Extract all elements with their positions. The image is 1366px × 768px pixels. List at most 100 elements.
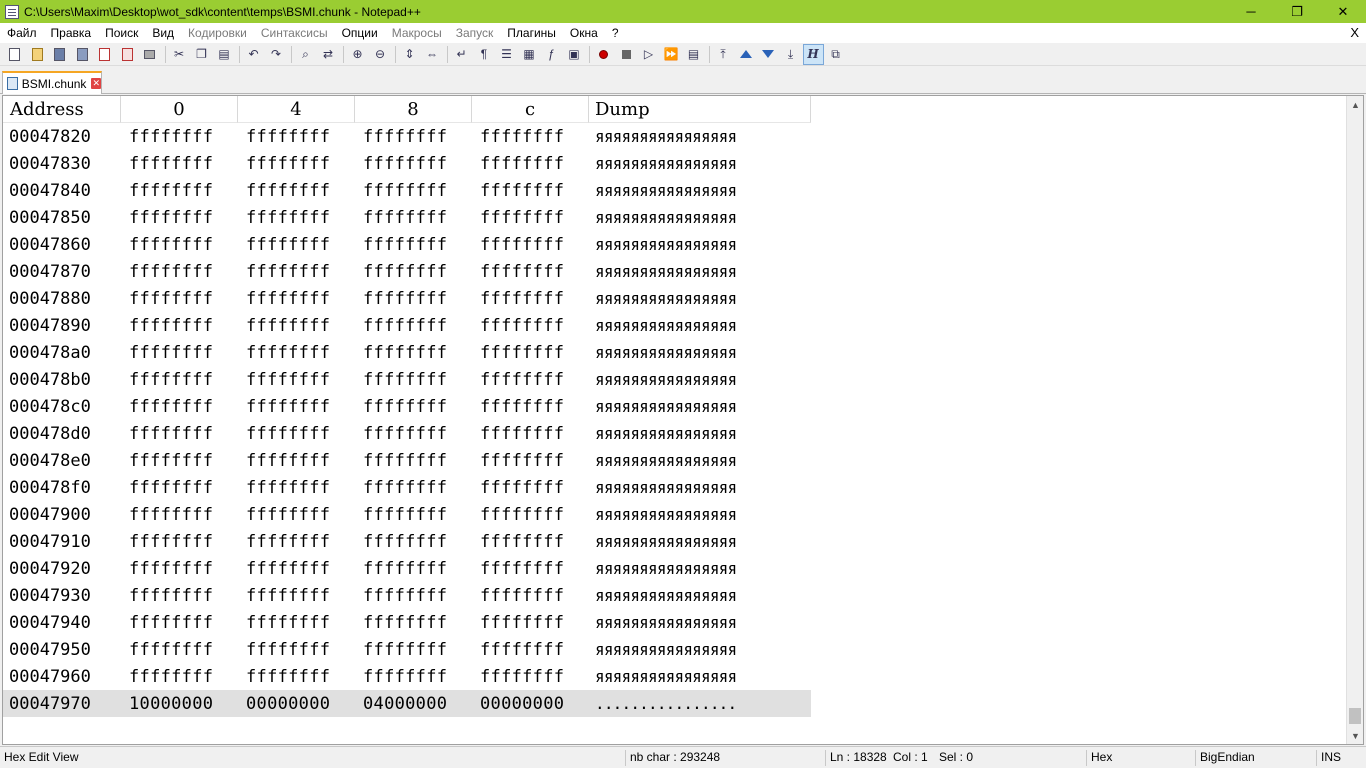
row-byte-group-c[interactable]: ffffffff [472, 397, 589, 417]
hex-edit-icon[interactable]: H [802, 43, 824, 65]
row-dump[interactable]: ................ [589, 694, 811, 713]
row-address[interactable]: 00047820 [3, 127, 121, 147]
hex-row[interactable]: 000478a0 ffffffff ffffffff ffffffff ffffffff… [3, 339, 811, 366]
hex-row[interactable]: 00047970 10000000 00000000 04000000 00000000… [3, 690, 811, 717]
row-address[interactable]: 000478b0 [3, 370, 121, 390]
row-byte-group-c[interactable]: ffffffff [472, 505, 589, 525]
close-icon[interactable] [94, 44, 115, 65]
row-dump[interactable]: яяяяяяяяяяяяяяяя [589, 262, 811, 281]
hex-row[interactable]: 00047840 ffffffff ffffffff ffffffff ffffffff… [3, 177, 811, 204]
row-byte-group-0[interactable]: ffffffff [121, 505, 238, 525]
row-dump[interactable]: яяяяяяяяяяяяяяяя [589, 559, 811, 578]
row-dump[interactable]: яяяяяяяяяяяяяяяя [589, 424, 811, 443]
hex-editor[interactable]: Address 0 4 8 c Dump 00047820 ffffffff fff… [2, 95, 1364, 745]
menu-run[interactable]: Запуск [449, 26, 501, 40]
row-byte-group-0[interactable]: ffffffff [121, 262, 238, 282]
row-dump[interactable]: яяяяяяяяяяяяяяяя [589, 316, 811, 335]
hex-row[interactable]: 00047920 ffffffff ffffffff ffffffff ffffffff… [3, 555, 811, 582]
row-byte-group-8[interactable]: ffffffff [355, 640, 472, 660]
header-address[interactable]: Address [3, 96, 121, 123]
tab-bsmi-chunk[interactable]: BSMI.chunk ✕ [2, 71, 102, 94]
row-address[interactable]: 00047870 [3, 262, 121, 282]
row-address[interactable]: 00047840 [3, 181, 121, 201]
notepad-app-icon[interactable] [5, 4, 19, 19]
row-byte-group-8[interactable]: ffffffff [355, 559, 472, 579]
row-byte-group-4[interactable]: ffffffff [238, 154, 355, 174]
row-byte-group-0[interactable]: ffffffff [121, 613, 238, 633]
row-byte-group-c[interactable]: ffffffff [472, 478, 589, 498]
row-byte-group-8[interactable]: ffffffff [355, 262, 472, 282]
row-address[interactable]: 00047890 [3, 316, 121, 336]
row-byte-group-0[interactable]: ffffffff [121, 451, 238, 471]
stop-macro-icon[interactable] [616, 44, 637, 65]
close-all-icon[interactable] [117, 44, 138, 65]
row-byte-group-c[interactable]: ffffffff [472, 316, 589, 336]
menu-macro[interactable]: Макросы [385, 26, 449, 40]
row-byte-group-4[interactable]: ffffffff [238, 127, 355, 147]
row-byte-group-c[interactable]: ffffffff [472, 667, 589, 687]
row-byte-group-4[interactable]: ffffffff [238, 640, 355, 660]
row-byte-group-0[interactable]: ffffffff [121, 640, 238, 660]
hex-row[interactable]: 00047890 ffffffff ffffffff ffffffff ffffffff… [3, 312, 811, 339]
row-byte-group-8[interactable]: ffffffff [355, 451, 472, 471]
row-dump[interactable]: яяяяяяяяяяяяяяяя [589, 505, 811, 524]
row-byte-group-4[interactable]: ffffffff [238, 289, 355, 309]
row-byte-group-4[interactable]: ffffffff [238, 262, 355, 282]
row-dump[interactable]: яяяяяяяяяяяяяяяя [589, 451, 811, 470]
row-address[interactable]: 00047860 [3, 235, 121, 255]
row-address[interactable]: 00047960 [3, 667, 121, 687]
row-byte-group-8[interactable]: ffffffff [355, 424, 472, 444]
hex-row[interactable]: 00047880 ffffffff ffffffff ffffffff ffffffff… [3, 285, 811, 312]
row-dump[interactable]: яяяяяяяяяяяяяяяя [589, 370, 811, 389]
hex-up-icon[interactable] [735, 44, 756, 65]
function-list-icon[interactable]: ƒ [541, 44, 562, 65]
header-col-c[interactable]: c [472, 96, 589, 123]
row-byte-group-4[interactable]: 00000000 [238, 694, 355, 714]
hex-first-icon[interactable]: ⤒ [713, 44, 734, 65]
row-dump[interactable]: яяяяяяяяяяяяяяяя [589, 640, 811, 659]
row-dump[interactable]: яяяяяяяяяяяяяяяя [589, 586, 811, 605]
hex-row[interactable]: 00047820 ffffffff ffffffff ffffffff ffffffff… [3, 123, 811, 150]
header-dump[interactable]: Dump [589, 96, 811, 123]
cut-icon[interactable]: ✂ [169, 44, 190, 65]
row-byte-group-4[interactable]: ffffffff [238, 505, 355, 525]
row-byte-group-0[interactable]: ffffffff [121, 370, 238, 390]
row-byte-group-8[interactable]: ffffffff [355, 397, 472, 417]
row-byte-group-8[interactable]: ffffffff [355, 370, 472, 390]
row-byte-group-c[interactable]: ffffffff [472, 154, 589, 174]
hex-row[interactable]: 00047930 ffffffff ffffffff ffffffff ffffffff… [3, 582, 811, 609]
row-address[interactable]: 00047940 [3, 613, 121, 633]
row-byte-group-0[interactable]: ffffffff [121, 316, 238, 336]
row-byte-group-4[interactable]: ffffffff [238, 424, 355, 444]
row-byte-group-c[interactable]: ffffffff [472, 181, 589, 201]
row-byte-group-4[interactable]: ffffffff [238, 316, 355, 336]
sync-vertical-icon[interactable]: ⇕ [399, 44, 420, 65]
row-byte-group-c[interactable]: ffffffff [472, 343, 589, 363]
vertical-scrollbar[interactable]: ▲ ▼ [1346, 96, 1363, 744]
save-icon[interactable] [49, 44, 70, 65]
row-byte-group-8[interactable]: ffffffff [355, 316, 472, 336]
row-byte-group-4[interactable]: ffffffff [238, 532, 355, 552]
open-icon[interactable] [27, 44, 48, 65]
row-address[interactable]: 00047970 [3, 694, 121, 714]
word-wrap-icon[interactable]: ↵ [451, 44, 472, 65]
row-byte-group-8[interactable]: ffffffff [355, 586, 472, 606]
menu-language[interactable]: Синтаксисы [254, 26, 335, 40]
row-byte-group-4[interactable]: ffffffff [238, 451, 355, 471]
row-address[interactable]: 00047920 [3, 559, 121, 579]
row-byte-group-c[interactable]: ffffffff [472, 127, 589, 147]
row-byte-group-c[interactable]: ffffffff [472, 235, 589, 255]
row-address[interactable]: 000478d0 [3, 424, 121, 444]
header-col-4[interactable]: 4 [238, 96, 355, 123]
hex-row[interactable]: 000478f0 ffffffff ffffffff ffffffff ffffffff… [3, 474, 811, 501]
row-byte-group-4[interactable]: ffffffff [238, 343, 355, 363]
row-byte-group-c[interactable]: ffffffff [472, 208, 589, 228]
find-icon[interactable]: ⌕ [295, 44, 316, 65]
row-dump[interactable]: яяяяяяяяяяяяяяяя [589, 478, 811, 497]
row-byte-group-8[interactable]: ffffffff [355, 613, 472, 633]
hex-row[interactable]: 00047860 ffffffff ffffffff ffffffff ffffffff… [3, 231, 811, 258]
row-byte-group-c[interactable]: ffffffff [472, 586, 589, 606]
row-byte-group-4[interactable]: ffffffff [238, 667, 355, 687]
row-byte-group-4[interactable]: ffffffff [238, 235, 355, 255]
row-address[interactable]: 000478a0 [3, 343, 121, 363]
